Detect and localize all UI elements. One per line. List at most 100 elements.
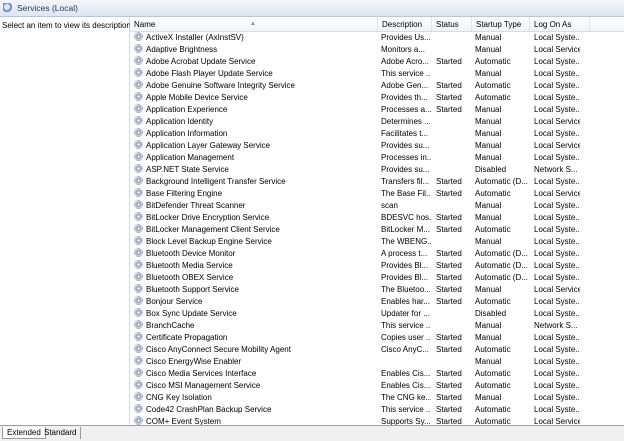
service-row[interactable]: CNG Key Isolation The CNG ke... Started Man…: [130, 392, 624, 404]
service-row[interactable]: Adobe Acrobat Update Service Adobe Acro..…: [130, 56, 624, 68]
service-startup-type: Automatic: [475, 225, 511, 234]
service-description: Processes a...: [381, 105, 431, 114]
service-status: Started: [436, 333, 462, 342]
column-header-name[interactable]: ▲ Name: [130, 17, 378, 31]
service-gear-icon: [134, 68, 143, 77]
service-name-text: Adobe Flash Player Update Service: [146, 69, 273, 78]
service-log-on-as: Local Syste...: [534, 69, 580, 78]
service-row[interactable]: Bluetooth OBEX Service Provides Bl... Star…: [130, 272, 624, 284]
service-row[interactable]: Background Intelligent Transfer Service T…: [130, 176, 624, 188]
service-name-text: Adobe Acrobat Update Service: [146, 57, 256, 66]
service-log-on-as: Local Syste...: [534, 405, 580, 414]
service-gear-icon: [134, 92, 143, 101]
services-list[interactable]: ▲ Name Description Status Startup Type L…: [130, 17, 624, 425]
service-gear-icon: [134, 416, 143, 425]
service-description: Adobe Gen...: [381, 81, 429, 90]
service-row[interactable]: BranchCache This service ... Manual Network…: [130, 320, 624, 332]
service-log-on-as: Local Service: [534, 45, 580, 54]
service-description: Provides th...: [381, 93, 428, 102]
service-name-text: Background Intelligent Transfer Service: [146, 177, 286, 186]
service-row[interactable]: Base Filtering Engine The Base Fil... Star…: [130, 188, 624, 200]
service-row[interactable]: Block Level Backup Engine Service The WBE…: [130, 236, 624, 248]
column-header-status[interactable]: Status: [432, 17, 472, 31]
service-description: Supports Sy...: [381, 417, 431, 425]
service-name: Bonjour Service: [134, 296, 379, 308]
service-log-on-as: Local Service: [534, 117, 580, 126]
service-row[interactable]: Application Experience Processes a... Star…: [130, 104, 624, 116]
service-name: Cisco EnergyWise Enabler: [134, 356, 379, 368]
service-description: The WBENG...: [381, 237, 431, 246]
service-startup-type: Automatic: [475, 369, 511, 378]
service-row[interactable]: Code42 CrashPlan Backup Service This serv…: [130, 404, 624, 416]
service-log-on-as: Local Syste...: [534, 381, 580, 390]
service-description: Updater for ...: [381, 309, 430, 318]
service-gear-icon: [134, 80, 143, 89]
service-name: BitLocker Drive Encryption Service: [134, 212, 379, 224]
service-row[interactable]: BitDefender Threat Scanner scan Manual Loca…: [130, 200, 624, 212]
service-gear-icon: [134, 44, 143, 53]
service-startup-type: Automatic (D...: [475, 273, 528, 282]
service-row[interactable]: ASP.NET State Service Provides su... Disab…: [130, 164, 624, 176]
service-row[interactable]: Adaptive Brightness Monitors a... Manual Lo…: [130, 44, 624, 56]
service-startup-type: Automatic: [475, 381, 511, 390]
service-log-on-as: Local Syste...: [534, 273, 580, 282]
service-status: [436, 128, 476, 140]
service-status: Started: [436, 213, 462, 222]
service-name: Apple Mobile Device Service: [134, 92, 379, 104]
service-row[interactable]: Adobe Flash Player Update Service This se…: [130, 68, 624, 80]
service-row[interactable]: Application Management Processes in... Man…: [130, 152, 624, 164]
service-row[interactable]: Cisco MSI Management Service Enables Cis.…: [130, 380, 624, 392]
service-log-on-as: Local Syste...: [534, 57, 580, 66]
service-status: Started: [436, 81, 462, 90]
service-name: Block Level Backup Engine Service: [134, 236, 379, 248]
service-row[interactable]: Cisco EnergyWise Enabler Manual Local Syst…: [130, 356, 624, 368]
service-row[interactable]: Cisco AnyConnect Secure Mobility Agent Ci…: [130, 344, 624, 356]
service-row[interactable]: Bonjour Service Enables har... Started Auto…: [130, 296, 624, 308]
service-description: Provides Bl...: [381, 273, 429, 282]
service-row[interactable]: Adobe Genuine Software Integrity Service…: [130, 80, 624, 92]
service-description: Provides Bl...: [381, 261, 429, 270]
service-status: Started: [436, 189, 462, 198]
service-description: The Base Fil...: [381, 189, 431, 198]
service-name: BranchCache: [134, 320, 379, 332]
service-row[interactable]: Application Information Facilitates t... M…: [130, 128, 624, 140]
service-status: Started: [436, 381, 462, 390]
service-startup-type: Automatic: [475, 93, 511, 102]
service-log-on-as: Local Syste...: [534, 249, 580, 258]
service-startup-type: Automatic: [475, 345, 511, 354]
column-header-description[interactable]: Description: [378, 17, 432, 31]
service-name: Adobe Acrobat Update Service: [134, 56, 379, 68]
service-row[interactable]: Cisco Media Services Interface Enables Ci…: [130, 368, 624, 380]
service-name-text: Block Level Backup Engine Service: [146, 237, 272, 246]
column-header-startup-type[interactable]: Startup Type: [472, 17, 530, 31]
service-log-on-as: Local Syste...: [534, 177, 580, 186]
service-status: Started: [436, 57, 462, 66]
service-row[interactable]: Certificate Propagation Copies user ... St…: [130, 332, 624, 344]
service-row[interactable]: COM+ Event System Supports Sy... Started Au…: [130, 416, 624, 425]
service-log-on-as: Local Service: [534, 417, 580, 425]
service-gear-icon: [134, 188, 143, 197]
service-row[interactable]: Application Identity Determines ... Manual…: [130, 116, 624, 128]
service-startup-type: Manual: [475, 237, 502, 246]
service-description: Cisco AnyC...: [381, 345, 430, 354]
service-name: Adobe Genuine Software Integrity Service: [134, 80, 379, 92]
service-startup-type: Manual: [475, 117, 502, 126]
service-name-text: Bluetooth Media Service: [146, 261, 233, 270]
service-log-on-as: Local Syste...: [534, 213, 580, 222]
service-row[interactable]: BitLocker Management Client Service BitLo…: [130, 224, 624, 236]
tab-standard[interactable]: Standard: [40, 427, 82, 439]
service-gear-icon: [134, 368, 143, 377]
service-row[interactable]: Application Layer Gateway Service Provide…: [130, 140, 624, 152]
service-row[interactable]: Apple Mobile Device Service Provides th..…: [130, 92, 624, 104]
service-status: Started: [436, 345, 462, 354]
service-row[interactable]: ActiveX Installer (AxInstSV) Provides Us.…: [130, 32, 624, 44]
service-row[interactable]: Bluetooth Support Service The Bluetoo... S…: [130, 284, 624, 296]
service-row[interactable]: Bluetooth Device Monitor A process t... St…: [130, 248, 624, 260]
column-header-log-on-as[interactable]: Log On As: [530, 17, 590, 31]
service-name-text: Bluetooth Support Service: [146, 285, 239, 294]
service-row[interactable]: Bluetooth Media Service Provides Bl... Sta…: [130, 260, 624, 272]
service-row[interactable]: Box Sync Update Service Updater for ... Di…: [130, 308, 624, 320]
service-row[interactable]: BitLocker Drive Encryption Service BDESVC…: [130, 212, 624, 224]
service-name-text: Cisco MSI Management Service: [146, 381, 261, 390]
service-name-text: Bluetooth OBEX Service: [146, 273, 234, 282]
